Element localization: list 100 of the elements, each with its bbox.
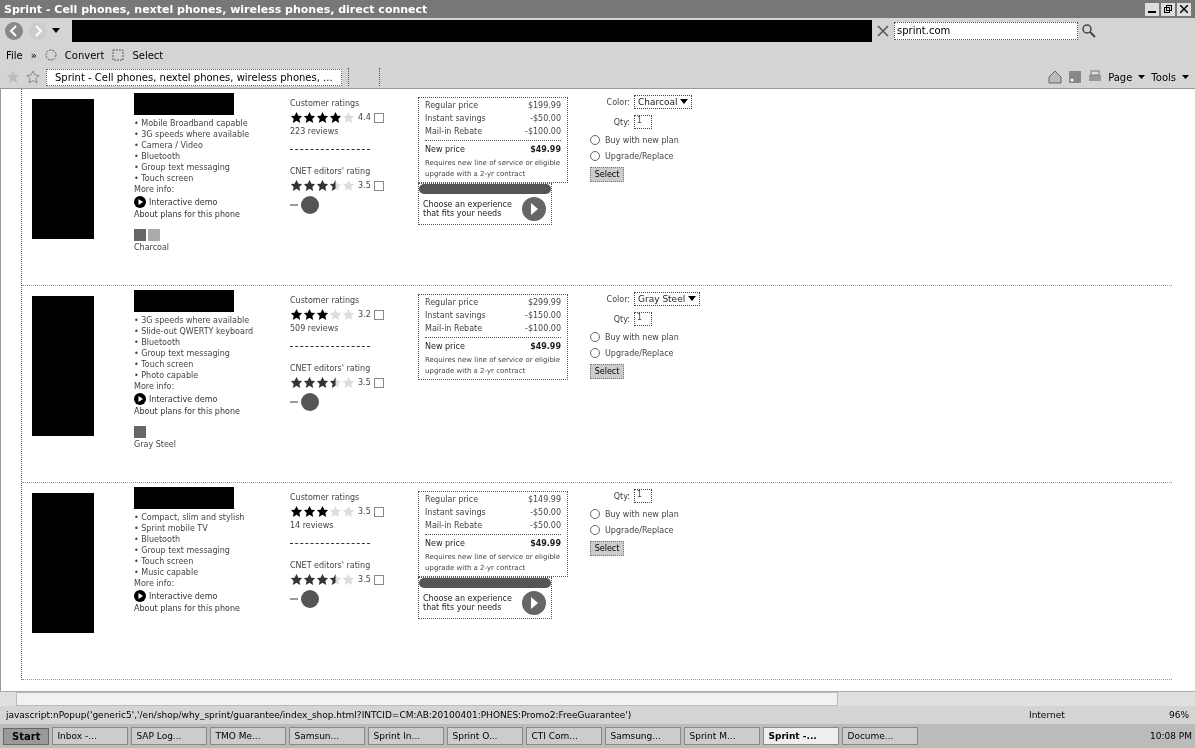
play-icon — [134, 590, 146, 602]
feature-item: • Group text messaging — [134, 546, 231, 555]
rating-score: 3.5 — [358, 507, 371, 516]
qty-field[interactable]: 1 — [634, 115, 652, 129]
ratings-label: Customer ratings — [290, 296, 361, 305]
info-icon[interactable] — [373, 309, 384, 320]
feature-item: • Slide-out QWERTY keyboard — [134, 327, 255, 336]
taskbar-item[interactable]: Docume... — [842, 727, 919, 745]
price-label: New price — [425, 539, 465, 548]
info-icon[interactable] — [373, 506, 384, 517]
add-favorite-icon[interactable] — [26, 70, 40, 84]
info-icon[interactable] — [373, 112, 384, 123]
info-icon[interactable] — [373, 574, 384, 585]
back-icon[interactable] — [4, 21, 24, 41]
plan-radio[interactable]: Upgrade/Replace — [590, 525, 679, 535]
cnet-rating-label: CNET editors' rating — [290, 364, 372, 373]
convert-icon — [44, 49, 57, 61]
info-icon[interactable] — [373, 180, 384, 191]
close-button[interactable] — [1177, 2, 1191, 16]
taskbar-item[interactable]: Sprint In... — [368, 727, 445, 745]
plan-radio[interactable]: Buy with new plan — [590, 332, 701, 342]
menu-item[interactable]: Select — [132, 49, 164, 61]
horizontal-scrollbar[interactable] — [0, 691, 1195, 706]
info-icon[interactable] — [373, 377, 384, 388]
review-count: 223 reviews — [290, 127, 340, 136]
taskbar-item[interactable]: Samsung... — [605, 727, 682, 745]
rating-score: 3.5 — [358, 181, 371, 190]
plans-link[interactable]: About plans for this phone — [134, 604, 284, 613]
browser-tab[interactable]: Sprint - Cell phones, nextel phones, wireless phones, ... — [46, 68, 342, 86]
address-field[interactable] — [72, 20, 872, 42]
plan-radio[interactable]: Buy with new plan — [590, 509, 679, 519]
command-button[interactable]: Tools — [1151, 71, 1176, 83]
price-value: -$50.00 — [530, 521, 561, 530]
promo-text: Choose an experience that fits your needs — [423, 200, 513, 218]
taskbar-item[interactable]: CTI Com... — [526, 727, 603, 745]
command-button[interactable]: Page — [1108, 71, 1133, 83]
plans-link[interactable]: About plans for this phone — [134, 210, 284, 219]
color-dropdown[interactable]: Gray Steel — [634, 292, 701, 306]
plan-radio[interactable]: Upgrade/Replace — [590, 348, 701, 358]
restore-button[interactable] — [1161, 2, 1175, 16]
new-tab-button[interactable] — [347, 68, 380, 86]
feature-item: • 3G speeds where available — [134, 130, 251, 139]
feature-item: • Touch screen — [134, 360, 195, 369]
promo-banner[interactable]: Choose an experience that fits your needs — [418, 183, 552, 225]
demo-link[interactable]: Interactive demo — [149, 394, 218, 404]
caret-icon — [680, 99, 689, 105]
start-button[interactable]: Start — [3, 727, 50, 745]
search-icon[interactable] — [1082, 24, 1096, 38]
plan-radio[interactable]: Upgrade/Replace — [590, 151, 693, 161]
color-label: Color: — [605, 97, 630, 107]
qty-field[interactable]: 1 — [634, 489, 652, 503]
favorites-star-icon[interactable] — [6, 70, 20, 84]
window-title: Sprint - Cell phones, nextel phones, wireless phones, direct connect — [4, 2, 429, 16]
price-label: Instant savings — [425, 311, 486, 320]
feed-icon[interactable] — [1068, 70, 1083, 84]
price-label: New price — [425, 145, 465, 154]
search-field[interactable]: sprint.com — [894, 22, 1078, 40]
promo-banner[interactable]: Choose an experience that fits your needs — [418, 577, 552, 619]
menu-item[interactable]: Convert — [64, 49, 105, 61]
demo-link[interactable]: Interactive demo — [149, 197, 218, 207]
color-swatch[interactable] — [148, 229, 160, 241]
price-value: -$150.00 — [525, 311, 561, 320]
color-swatch[interactable] — [134, 426, 146, 438]
restore-icon — [1164, 5, 1172, 13]
price-label: Regular price — [425, 298, 479, 307]
taskbar-item[interactable]: TMO Me... — [210, 727, 287, 745]
caret-icon[interactable] — [1182, 74, 1189, 80]
taskbar-item[interactable]: Sprint O... — [447, 727, 524, 745]
feature-item: • Sprint mobile TV — [134, 524, 209, 533]
taskbar-item[interactable]: Sprint -... — [763, 727, 840, 745]
minimize-button[interactable] — [1145, 2, 1159, 16]
security-zone: Internet — [1029, 710, 1066, 720]
play-icon — [134, 196, 146, 208]
select-button[interactable]: Select — [590, 364, 624, 379]
caret-icon[interactable] — [1138, 74, 1146, 80]
taskbar-item[interactable]: Sprint M... — [684, 727, 761, 745]
demo-link[interactable]: Interactive demo — [149, 591, 218, 601]
play-icon — [134, 393, 146, 405]
feature-item: • Group text messaging — [134, 163, 231, 172]
taskbar-item[interactable]: Samsun... — [289, 727, 366, 745]
taskbar-item[interactable]: SAP Log... — [131, 727, 208, 745]
plans-link[interactable]: About plans for this phone — [134, 407, 284, 416]
select-button[interactable]: Select — [590, 167, 624, 182]
review-count: 14 reviews — [290, 521, 335, 530]
feature-item: • 3G speeds where available — [134, 316, 251, 325]
taskbar-item[interactable]: Inbox -... — [52, 727, 129, 745]
qty-field[interactable]: 1 — [634, 312, 652, 326]
qty-label: Qty: — [612, 491, 630, 501]
zoom-level[interactable]: 96% — [1169, 710, 1189, 720]
color-swatch[interactable] — [134, 229, 146, 241]
select-button[interactable]: Select — [590, 541, 624, 556]
home-icon[interactable] — [1048, 70, 1063, 84]
more-info-label: More info: — [134, 382, 176, 391]
dropdown-icon[interactable] — [52, 28, 60, 34]
color-dropdown[interactable]: Charcoal — [634, 95, 693, 109]
menu-item[interactable]: » — [30, 49, 37, 61]
menu-item[interactable]: File — [6, 49, 23, 61]
print-icon[interactable] — [1088, 70, 1103, 84]
plan-radio[interactable]: Buy with new plan — [590, 135, 693, 145]
price-value: -$100.00 — [525, 324, 561, 333]
